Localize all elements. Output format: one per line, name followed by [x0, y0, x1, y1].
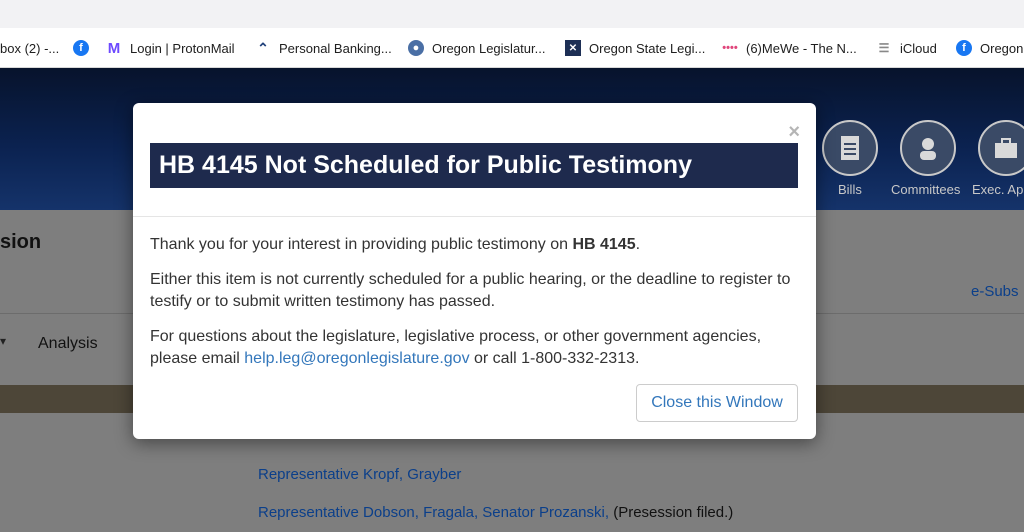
bills-icon[interactable]	[822, 120, 878, 176]
bookmark-label: Oregon State Legi...	[589, 40, 706, 56]
chevron-down-icon[interactable]: ▾	[0, 334, 6, 348]
bookmark-label: Personal Banking...	[279, 40, 392, 56]
tab-analysis[interactable]: Analysis	[38, 335, 98, 353]
bookmark-oregon-facebook[interactable]: f Oregon	[956, 39, 1023, 57]
session-title: sion	[0, 231, 42, 253]
bookmark-inbox[interactable]: box (2) -...	[0, 39, 59, 57]
icloud-icon: ☰	[878, 41, 890, 55]
protonmail-icon: M	[107, 39, 121, 57]
mewe-icon: ••••	[722, 42, 738, 54]
tab-strip	[0, 0, 1024, 28]
close-icon[interactable]: ×	[788, 121, 800, 144]
bookmark-label: Login | ProtonMail	[130, 40, 235, 56]
sponsor-text[interactable]: Representative Kropf, Grayber	[258, 466, 461, 483]
nav-bills-label[interactable]: Bills	[838, 182, 862, 197]
oregon-seal-icon: ●	[408, 40, 424, 56]
sponsor-line[interactable]: Representative Kropf, Grayber	[258, 466, 461, 483]
esubscribe-link[interactable]: e-Subs	[971, 283, 1019, 300]
p1-text: Thank you for your interest in providing…	[150, 236, 573, 253]
nav-exec-label[interactable]: Exec. Ap	[972, 182, 1023, 197]
bookmark-label: Oregon	[980, 40, 1024, 56]
grid-icon: ✕	[565, 40, 581, 56]
committees-icon[interactable]	[900, 120, 956, 176]
sponsor-text[interactable]: Representative Dobson, Fragala, Senator …	[258, 504, 609, 521]
bookmark-oregon-legislature[interactable]: ● Oregon Legislatur...	[408, 39, 545, 57]
bookmark-label: Oregon Legislatur...	[432, 40, 546, 56]
nav-committees-label[interactable]: Committees	[891, 182, 960, 197]
bookmark-oregon-state-legi[interactable]: ✕ Oregon State Legi...	[565, 39, 705, 57]
facebook-icon: f	[956, 40, 972, 56]
bookmark-mewe[interactable]: •••• (6)MeWe - The N...	[722, 39, 857, 57]
p1-end: .	[635, 236, 641, 253]
bookmark-label: box (2) -...	[0, 40, 60, 56]
bookmark-banking[interactable]: ⌃ Personal Banking...	[255, 39, 392, 57]
sponsor-line[interactable]: Representative Dobson, Fragala, Senator …	[258, 504, 733, 521]
bookmark-facebook[interactable]: f	[73, 39, 97, 57]
bookmark-icloud[interactable]: ☰ iCloud	[876, 39, 937, 57]
email-link[interactable]: help.leg@oregonlegislature.gov	[244, 350, 469, 367]
modal-divider	[133, 216, 816, 217]
briefcase-icon[interactable]	[978, 120, 1024, 176]
bookmark-protonmail[interactable]: M Login | ProtonMail	[106, 39, 235, 57]
bookmarks-bar: box (2) -... f M Login | ProtonMail ⌃ Pe…	[0, 0, 1024, 68]
sponsor-note: (Presession filed.)	[613, 504, 734, 521]
modal-paragraph-2: Either this item is not currently schedu…	[150, 270, 791, 311]
bank-icon: ⌃	[257, 39, 269, 56]
bill-number: HB 4145	[572, 236, 636, 253]
p3-end: or call 1-800-332-2313.	[469, 350, 640, 367]
testimony-modal: × HB 4145 Not Scheduled for Public Testi…	[133, 103, 816, 439]
facebook-icon: f	[73, 40, 89, 56]
modal-paragraph-3: For questions about the legislature, leg…	[150, 326, 805, 371]
modal-title: HB 4145 Not Scheduled for Public Testimo…	[150, 143, 798, 188]
modal-paragraph-1: Thank you for your interest in providing…	[150, 234, 805, 257]
bookmark-label: iCloud	[900, 40, 937, 56]
close-window-button[interactable]: Close this Window	[636, 384, 798, 422]
modal-body: Thank you for your interest in providing…	[150, 234, 805, 383]
bookmark-label: (6)MeWe - The N...	[746, 40, 857, 56]
